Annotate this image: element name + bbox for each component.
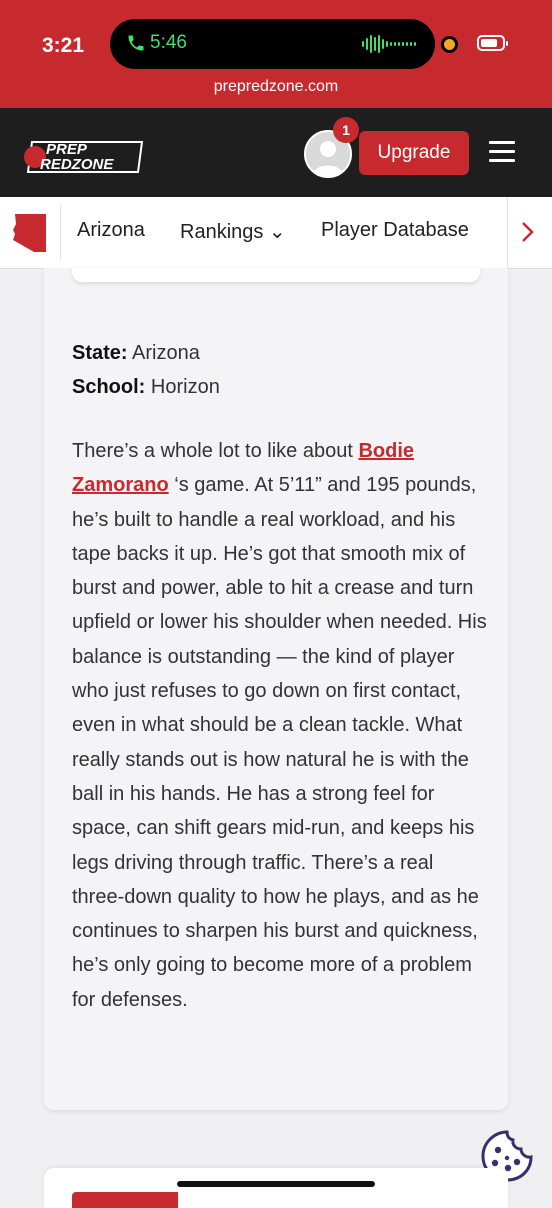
arizona-state-icon[interactable]	[12, 212, 48, 252]
state-nav-bar: Arizona Rankings ⌄ Player Database	[0, 197, 552, 269]
chevron-right-icon	[522, 222, 534, 242]
nav-item-arizona[interactable]: Arizona	[77, 219, 145, 242]
nav-item-rankings[interactable]: Rankings ⌄	[180, 219, 286, 244]
nav-divider	[60, 205, 61, 260]
site-header: PREP REDZONE	[0, 108, 552, 197]
call-duration: 5:46	[150, 32, 187, 53]
inner-card-bottom	[72, 268, 480, 282]
report-intro: There’s a whole lot to like about	[72, 440, 359, 462]
home-indicator[interactable]	[177, 1181, 375, 1187]
state-label: State:	[72, 342, 128, 364]
address-bar-url[interactable]: prepredzone.com	[0, 78, 552, 96]
upgrade-button[interactable]: Upgrade	[359, 131, 469, 175]
svg-text:REDZONE: REDZONE	[40, 156, 114, 173]
scouting-report-paragraph: There’s a whole lot to like about Bodie …	[72, 434, 488, 1017]
nav-scroll-right-button[interactable]	[507, 197, 552, 268]
nav-item-player-database[interactable]: Player Database	[321, 219, 469, 242]
school-value: Horizon	[150, 376, 220, 398]
state-value: Arizona	[132, 342, 200, 364]
school-row: School: Horizon	[72, 376, 220, 399]
status-time: 3:21	[42, 34, 85, 57]
phone-icon	[128, 35, 144, 51]
battery-icon	[477, 35, 508, 51]
menu-icon[interactable]	[489, 141, 515, 163]
dynamic-island[interactable]: 5:46	[110, 19, 435, 69]
state-row: State: Arizona	[72, 342, 200, 365]
school-label: School:	[72, 376, 146, 398]
audio-wave-icon	[362, 35, 416, 53]
notification-badge[interactable]: 1	[333, 117, 359, 143]
player-profile-card: State: Arizona School: Horizon There’s a…	[44, 268, 508, 1110]
recording-indicator-icon	[444, 39, 455, 50]
status-bar: 3:21 5:46 prepredzone.com	[0, 0, 552, 108]
report-body: ‘s game. At 5’11” and 195 pounds, he’s b…	[72, 474, 487, 1011]
next-card	[44, 1168, 508, 1208]
next-card-header-accent	[72, 1192, 178, 1208]
site-logo[interactable]: PREP REDZONE	[22, 132, 144, 180]
